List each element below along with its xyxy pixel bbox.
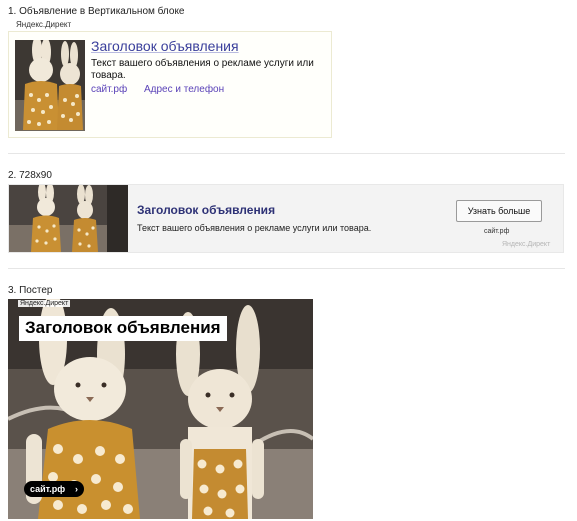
- banner-ad-728x90[interactable]: Заголовок объявления Текст вашего объявл…: [8, 184, 564, 253]
- section-divider: [8, 268, 565, 269]
- banner-domain[interactable]: сайт.рф: [484, 228, 509, 235]
- ad-title-link[interactable]: Заголовок объявления: [91, 38, 239, 54]
- section-heading-vertical: 1. Объявление в Вертикальном блоке: [8, 6, 185, 17]
- banner-source-label: Яндекс.Директ: [502, 241, 551, 248]
- poster-ad[interactable]: Яндекс.Директ Заголовок объявления сайт.…: [8, 299, 313, 519]
- ad-source-label: Яндекс.Директ: [16, 20, 72, 29]
- banner-text: Текст вашего объявления о рекламе услуги…: [137, 223, 372, 233]
- ad-thumbnail[interactable]: [15, 40, 85, 131]
- section-heading-poster: 3. Постер: [8, 285, 53, 296]
- section-heading-banner: 2. 728x90: [8, 170, 52, 181]
- banner-title[interactable]: Заголовок объявления: [137, 203, 275, 217]
- poster-headline[interactable]: Заголовок объявления: [19, 316, 227, 341]
- bunnies-photo: [9, 185, 128, 252]
- poster-domain-button[interactable]: сайт.рф ›: [24, 481, 84, 497]
- vertical-ad-card[interactable]: Яндекс.Директ Заголовок объявления Текст…: [8, 20, 332, 138]
- bunnies-photo: [15, 40, 85, 131]
- ad-links-row: сайт.рф Адрес и телефон: [91, 84, 238, 95]
- ad-body-text: Текст вашего объявления о рекламе услуги…: [91, 58, 314, 81]
- ad-domain-link[interactable]: сайт.рф: [91, 84, 127, 95]
- ad-contacts-link[interactable]: Адрес и телефон: [144, 84, 224, 95]
- poster-source-label: Яндекс.Директ: [18, 300, 71, 307]
- chevron-right-icon: ›: [75, 484, 78, 494]
- poster-domain-text: сайт.рф: [30, 484, 66, 494]
- section-divider: [8, 153, 565, 154]
- banner-image[interactable]: [9, 185, 128, 252]
- learn-more-button[interactable]: Узнать больше: [456, 200, 542, 222]
